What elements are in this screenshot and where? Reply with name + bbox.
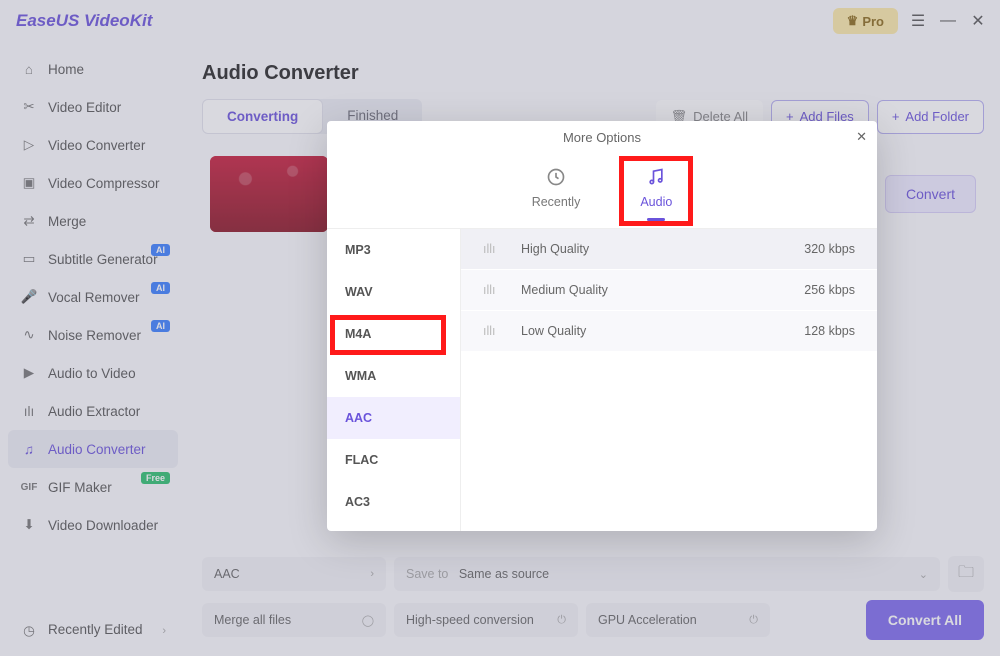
format-item-ac3[interactable]: AC3 — [327, 481, 460, 523]
close-icon: ✕ — [856, 129, 867, 144]
waveform-icon: ıllı — [483, 324, 505, 338]
format-list: MP3 WAV M4A WMA AAC FLAC AC3 — [327, 229, 461, 531]
quality-name: Low Quality — [521, 324, 775, 338]
format-item-wma[interactable]: WMA — [327, 355, 460, 397]
modal-body: MP3 WAV M4A WMA AAC FLAC AC3 ıllı High Qu… — [327, 229, 877, 531]
modal-tab-recently[interactable]: Recently — [532, 165, 581, 217]
quality-rate: 320 kbps — [775, 242, 855, 256]
quality-row-high[interactable]: ıllı High Quality320 kbps — [461, 229, 877, 269]
modal-tab-label: Recently — [532, 195, 581, 209]
format-item-aac[interactable]: AAC — [327, 397, 460, 439]
modal-header: More Options ✕ — [327, 121, 877, 153]
format-item-wav[interactable]: WAV — [327, 271, 460, 313]
format-item-flac[interactable]: FLAC — [327, 439, 460, 481]
modal-tabs: Recently Audio — [327, 153, 877, 229]
quality-name: Medium Quality — [521, 283, 775, 297]
clock-icon — [544, 165, 568, 189]
modal-tab-label: Audio — [640, 195, 672, 209]
music-icon — [644, 165, 668, 189]
more-options-modal: More Options ✕ Recently Audio MP3 WAV M4… — [327, 121, 877, 531]
waveform-icon: ıllı — [483, 283, 505, 297]
modal-close-button[interactable]: ✕ — [856, 129, 867, 145]
quality-rate: 128 kbps — [775, 324, 855, 338]
modal-title: More Options — [563, 130, 641, 145]
quality-row-low[interactable]: ıllı Low Quality128 kbps — [461, 311, 877, 351]
quality-list: ıllı High Quality320 kbps ıllı Medium Qual… — [461, 229, 877, 531]
waveform-icon: ıllı — [483, 242, 505, 256]
quality-rate: 256 kbps — [775, 283, 855, 297]
modal-tab-audio[interactable]: Audio — [640, 165, 672, 217]
format-item-mp3[interactable]: MP3 — [327, 229, 460, 271]
quality-row-medium[interactable]: ıllı Medium Quality256 kbps — [461, 270, 877, 310]
quality-name: High Quality — [521, 242, 775, 256]
format-item-m4a[interactable]: M4A — [327, 313, 460, 355]
